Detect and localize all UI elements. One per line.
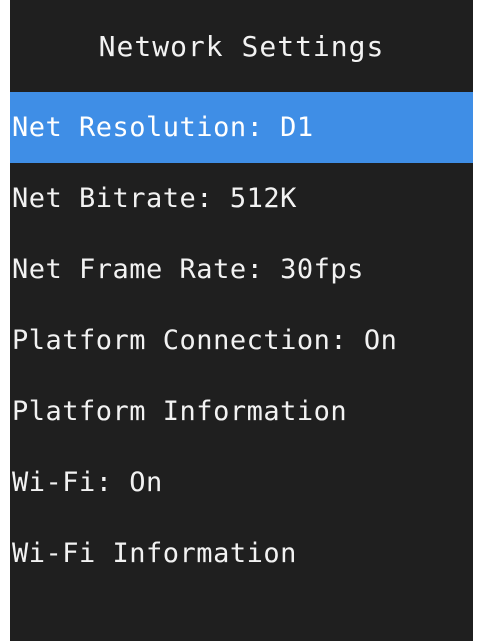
menu-item-wifi-information[interactable]: Wi-Fi Information: [10, 518, 473, 589]
menu-item-net-bitrate[interactable]: Net Bitrate: 512K: [10, 163, 473, 234]
settings-menu: Net Resolution: D1 Net Bitrate: 512K Net…: [10, 92, 473, 589]
menu-item-net-frame-rate[interactable]: Net Frame Rate: 30fps: [10, 234, 473, 305]
page-title: Network Settings: [98, 29, 385, 63]
device-screen: Network Settings Net Resolution: D1 Net …: [10, 0, 473, 641]
menu-item-platform-information[interactable]: Platform Information: [10, 376, 473, 447]
menu-item-platform-connection[interactable]: Platform Connection: On: [10, 305, 473, 376]
menu-item-net-resolution[interactable]: Net Resolution: D1: [10, 92, 473, 163]
menu-item-wifi[interactable]: Wi-Fi: On: [10, 447, 473, 518]
